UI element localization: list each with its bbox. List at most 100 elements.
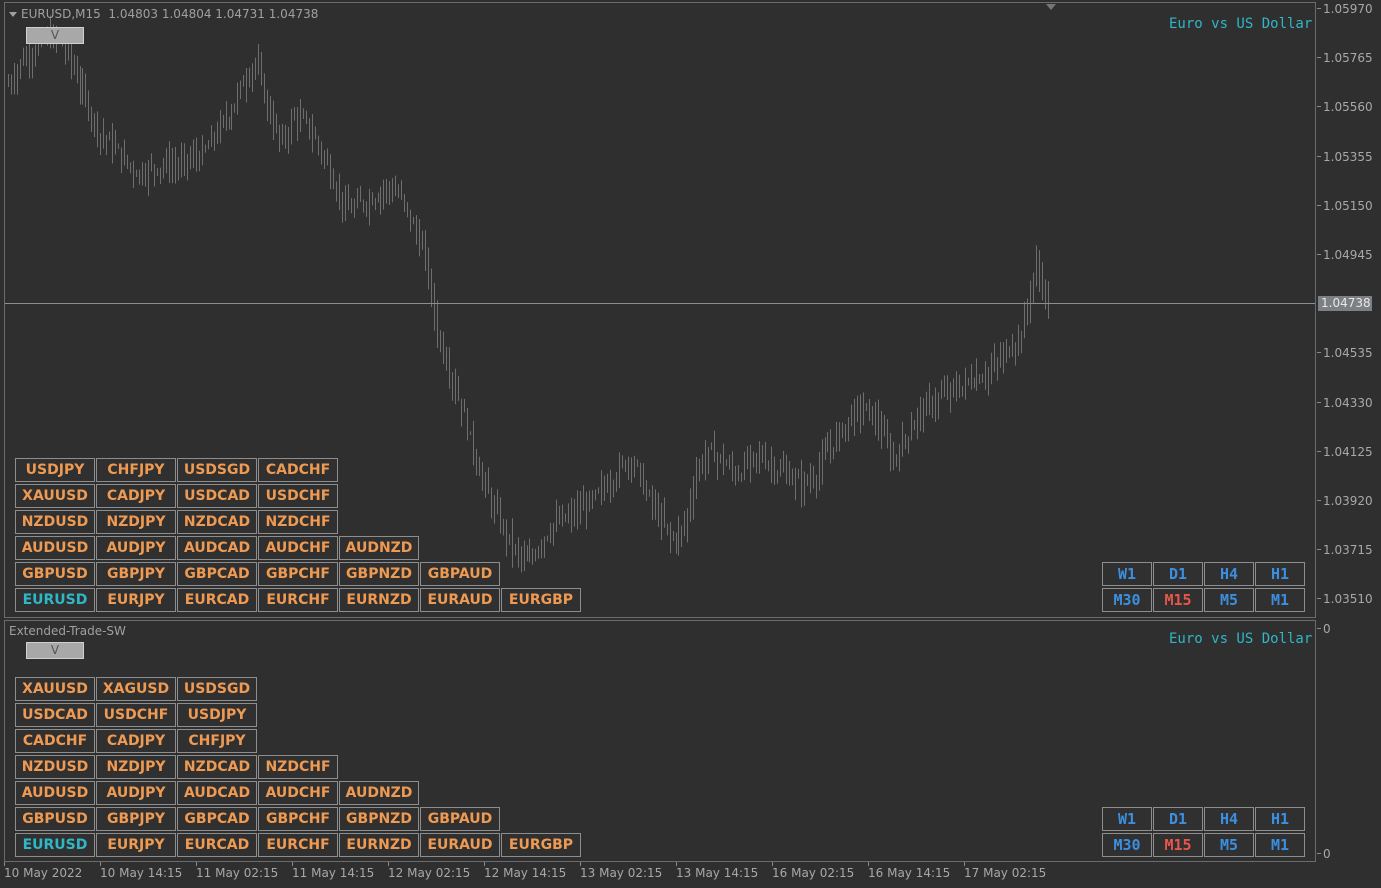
sub-symbol-button-audusd[interactable]: AUDUSD — [15, 781, 95, 805]
sub-symbol-button-cadjpy[interactable]: CADJPY — [96, 729, 176, 753]
main-symbol-button-nzdchf[interactable]: NZDCHF — [258, 510, 338, 534]
sub-toggle-button[interactable]: V — [26, 642, 84, 659]
sub-timeframe-button-h1[interactable]: H1 — [1255, 807, 1305, 831]
price-tick: 1.05560 — [1317, 100, 1381, 114]
main-caption: Euro vs US Dollar — [1169, 16, 1313, 32]
sub-symbol-button-usdchf[interactable]: USDCHF — [96, 703, 176, 727]
sub-timeframe-button-w1[interactable]: W1 — [1102, 807, 1152, 831]
main-symbol-button-usdjpy[interactable]: USDJPY — [15, 458, 95, 482]
sub-symbol-button-nzdchf[interactable]: NZDCHF — [258, 755, 338, 779]
main-timeframe-button-m1[interactable]: M1 — [1255, 588, 1305, 612]
sub-symbol-button-nzdjpy[interactable]: NZDJPY — [96, 755, 176, 779]
sub-symbol-button-gbpjpy[interactable]: GBPJPY — [96, 807, 176, 831]
main-symbol-button-eurnzd[interactable]: EURNZD — [339, 588, 419, 612]
symbol-timeframe: EURUSD,M15 — [21, 7, 101, 21]
main-symbol-button-nzdcad[interactable]: NZDCAD — [177, 510, 257, 534]
price-tick-label: 1.04535 — [1323, 346, 1373, 361]
time-tick-label: 13 May 02:15 — [580, 866, 663, 880]
sub-symbol-button-xauusd[interactable]: XAUUSD — [15, 677, 95, 701]
price-tick-label: 1.05355 — [1323, 149, 1373, 164]
sub-symbol-button-audnzd[interactable]: AUDNZD — [339, 781, 419, 805]
main-symbol-button-gbpjpy[interactable]: GBPJPY — [96, 562, 176, 586]
price-tick-label: 1.03715 — [1323, 543, 1373, 558]
sub-symbol-button-gbpaud[interactable]: GBPAUD — [420, 807, 500, 831]
sub-symbol-button-audjpy[interactable]: AUDJPY — [96, 781, 176, 805]
main-symbol-button-audchf[interactable]: AUDCHF — [258, 536, 338, 560]
main-symbol-button-usdsgd[interactable]: USDSGD — [177, 458, 257, 482]
main-symbol-button-nzdjpy[interactable]: NZDJPY — [96, 510, 176, 534]
sub-symbol-button-usdjpy[interactable]: USDJPY — [177, 703, 257, 727]
sub-timeframe-button-m15[interactable]: M15 — [1153, 833, 1203, 857]
main-symbol-button-gbpusd[interactable]: GBPUSD — [15, 562, 95, 586]
main-symbol-button-eurcad[interactable]: EURCAD — [177, 588, 257, 612]
sub-symbol-button-nzdcad[interactable]: NZDCAD — [177, 755, 257, 779]
main-symbol-button-audcad[interactable]: AUDCAD — [177, 536, 257, 560]
sub-symbol-button-gbpnzd[interactable]: GBPNZD — [339, 807, 419, 831]
main-symbol-button-usdchf[interactable]: USDCHF — [258, 484, 338, 508]
main-symbol-button-xauusd[interactable]: XAUUSD — [15, 484, 95, 508]
sub-timeframe-button-m30[interactable]: M30 — [1102, 833, 1152, 857]
price-tick-label: 1.04125 — [1323, 444, 1373, 459]
indicator-name: Extended-Trade-SW — [9, 624, 126, 638]
main-timeframe-button-m15[interactable]: M15 — [1153, 588, 1203, 612]
main-symbol-button-gbpcad[interactable]: GBPCAD — [177, 562, 257, 586]
sub-symbol-button-gbpcad[interactable]: GBPCAD — [177, 807, 257, 831]
main-symbol-button-audusd[interactable]: AUDUSD — [15, 536, 95, 560]
time-tick-label: 10 May 2022 — [4, 866, 83, 880]
sub-symbol-button-audcad[interactable]: AUDCAD — [177, 781, 257, 805]
time-tick-label: 11 May 02:15 — [196, 866, 279, 880]
time-tick-label: 17 May 02:15 — [964, 866, 1047, 880]
main-symbol-button-cadjpy[interactable]: CADJPY — [96, 484, 176, 508]
sub-symbol-button-usdsgd[interactable]: USDSGD — [177, 677, 257, 701]
main-timeframe-button-m30[interactable]: M30 — [1102, 588, 1152, 612]
main-timeframe-button-m5[interactable]: M5 — [1204, 588, 1254, 612]
sub-timeframe-button-h4[interactable]: H4 — [1204, 807, 1254, 831]
main-symbol-button-audjpy[interactable]: AUDJPY — [96, 536, 176, 560]
sub-symbol-button-usdcad[interactable]: USDCAD — [15, 703, 95, 727]
chart-shift-marker-icon[interactable] — [1046, 4, 1056, 10]
main-timeframe-button-w1[interactable]: W1 — [1102, 562, 1152, 586]
sub-timeframe-button-m5[interactable]: M5 — [1204, 833, 1254, 857]
sub-symbol-button-eurcad[interactable]: EURCAD — [177, 833, 257, 857]
main-symbol-button-eurusd[interactable]: EURUSD — [15, 588, 95, 612]
sub-symbol-button-eurjpy[interactable]: EURJPY — [96, 833, 176, 857]
main-symbol-button-eurgbp[interactable]: EURGBP — [501, 588, 581, 612]
main-symbol-button-usdcad[interactable]: USDCAD — [177, 484, 257, 508]
main-timeframe-button-d1[interactable]: D1 — [1153, 562, 1203, 586]
main-symbol-button-chfjpy[interactable]: CHFJPY — [96, 458, 176, 482]
sub-symbol-button-nzdusd[interactable]: NZDUSD — [15, 755, 95, 779]
sub-symbol-button-gbpchf[interactable]: GBPCHF — [258, 807, 338, 831]
sub-symbol-button-eurnzd[interactable]: EURNZD — [339, 833, 419, 857]
sub-caption: Euro vs US Dollar — [1169, 631, 1313, 647]
price-tick-label: 1.04945 — [1323, 248, 1373, 262]
main-symbol-button-cadchf[interactable]: CADCHF — [258, 458, 338, 482]
sub-symbol-button-eurgbp[interactable]: EURGBP — [501, 833, 581, 857]
chart-header: EURUSD,M15 1.04803 1.04804 1.04731 1.047… — [9, 7, 318, 21]
main-symbol-button-nzdusd[interactable]: NZDUSD — [15, 510, 95, 534]
sub-symbol-button-gbpusd[interactable]: GBPUSD — [15, 807, 95, 831]
price-tick-label: 1.04330 — [1323, 395, 1373, 410]
sub-timeframe-button-d1[interactable]: D1 — [1153, 807, 1203, 831]
header-menu-icon[interactable] — [9, 12, 17, 17]
main-symbol-button-eurchf[interactable]: EURCHF — [258, 588, 338, 612]
main-symbol-button-gbpaud[interactable]: GBPAUD — [420, 562, 500, 586]
sub-symbol-button-cadchf[interactable]: CADCHF — [15, 729, 95, 753]
sub-timeframe-button-m1[interactable]: M1 — [1255, 833, 1305, 857]
main-symbol-button-gbpnzd[interactable]: GBPNZD — [339, 562, 419, 586]
sub-symbol-button-eurchf[interactable]: EURCHF — [258, 833, 338, 857]
price-tick: 1.05355 — [1317, 150, 1381, 164]
sub-axis-tick: 0 — [1317, 622, 1381, 636]
sub-symbol-button-xagusd[interactable]: XAGUSD — [96, 677, 176, 701]
sub-symbol-button-eurusd[interactable]: EURUSD — [15, 833, 95, 857]
main-symbol-button-eurjpy[interactable]: EURJPY — [96, 588, 176, 612]
main-toggle-button[interactable]: V — [26, 27, 84, 44]
main-symbol-button-euraud[interactable]: EURAUD — [420, 588, 500, 612]
sub-symbol-button-audchf[interactable]: AUDCHF — [258, 781, 338, 805]
price-tick: 1.05150 — [1317, 199, 1381, 213]
main-timeframe-button-h1[interactable]: H1 — [1255, 562, 1305, 586]
main-symbol-button-gbpchf[interactable]: GBPCHF — [258, 562, 338, 586]
sub-symbol-button-euraud[interactable]: EURAUD — [420, 833, 500, 857]
sub-symbol-button-chfjpy[interactable]: CHFJPY — [177, 729, 257, 753]
main-symbol-button-audnzd[interactable]: AUDNZD — [339, 536, 419, 560]
main-timeframe-button-h4[interactable]: H4 — [1204, 562, 1254, 586]
